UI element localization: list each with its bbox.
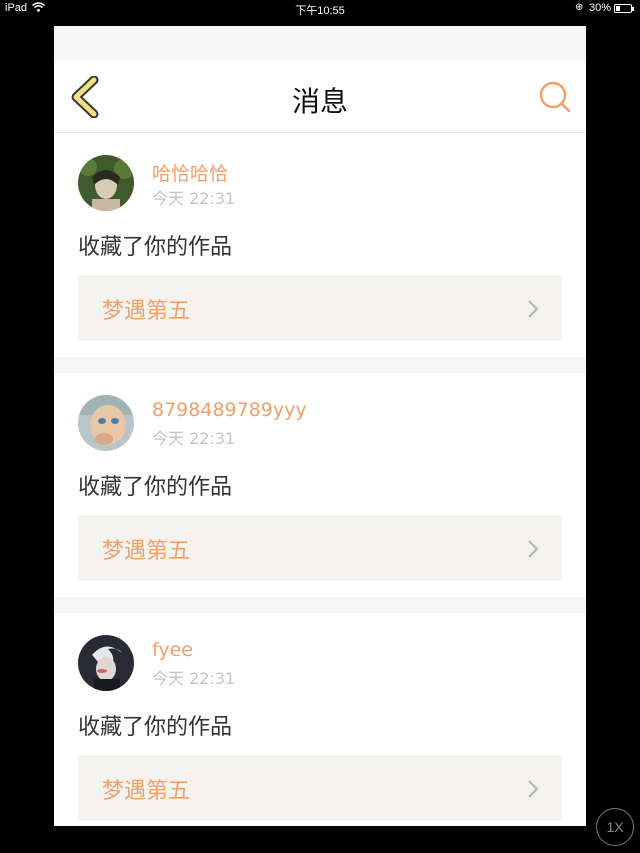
action-text: 收藏了你的作品 bbox=[78, 715, 233, 740]
app-window: 消息 哈恰哈恰 今天 22:31 收藏了你的作品 梦遇第五 8798489789… bbox=[54, 26, 586, 826]
status-time: 下午10:55 bbox=[295, 5, 345, 17]
work-link[interactable]: 梦遇第五 bbox=[78, 515, 562, 581]
username[interactable]: fyee bbox=[152, 639, 193, 661]
message-list: 哈恰哈恰 今天 22:31 收藏了你的作品 梦遇第五 8798489789yyy… bbox=[54, 133, 586, 826]
list-item: fyee 今天 22:31 收藏了你的作品 梦遇第五 bbox=[54, 613, 586, 826]
chevron-right-icon bbox=[526, 299, 540, 319]
chevron-right-icon bbox=[526, 539, 540, 559]
zoom-button[interactable]: 1X bbox=[596, 808, 634, 846]
timestamp: 今天 22:31 bbox=[152, 189, 236, 208]
navigation-bar: 消息 bbox=[54, 60, 586, 133]
orientation-lock-icon: ⊕ bbox=[575, 2, 584, 13]
list-item: 8798489789yyy 今天 22:31 收藏了你的作品 梦遇第五 bbox=[54, 373, 586, 597]
battery-level bbox=[616, 6, 621, 11]
avatar[interactable] bbox=[78, 155, 134, 211]
list-item: 哈恰哈恰 今天 22:31 收藏了你的作品 梦遇第五 bbox=[54, 133, 586, 357]
work-link[interactable]: 梦遇第五 bbox=[78, 755, 562, 821]
username[interactable]: 8798489789yyy bbox=[152, 399, 307, 421]
battery-icon bbox=[614, 4, 634, 13]
page-title: 消息 bbox=[291, 85, 348, 118]
message-header: 8798489789yyy 今天 22:31 bbox=[78, 395, 562, 455]
avatar[interactable] bbox=[78, 395, 134, 451]
work-link[interactable]: 梦遇第五 bbox=[78, 275, 562, 341]
chevron-right-icon bbox=[526, 779, 540, 799]
work-title: 梦遇第五 bbox=[102, 539, 191, 564]
message-header: fyee 今天 22:31 bbox=[78, 635, 562, 695]
message-header: 哈恰哈恰 今天 22:31 bbox=[78, 155, 562, 215]
timestamp: 今天 22:31 bbox=[152, 429, 236, 448]
status-bar: iPad 下午10:55 ⊕ 30% bbox=[0, 0, 640, 18]
action-text: 收藏了你的作品 bbox=[78, 235, 233, 260]
avatar[interactable] bbox=[78, 635, 134, 691]
work-title: 梦遇第五 bbox=[102, 779, 191, 804]
work-title: 梦遇第五 bbox=[102, 299, 191, 324]
username[interactable]: 哈恰哈恰 bbox=[152, 159, 228, 186]
action-text: 收藏了你的作品 bbox=[78, 475, 233, 500]
timestamp: 今天 22:31 bbox=[152, 669, 236, 688]
search-icon[interactable] bbox=[538, 80, 572, 114]
battery-percent: 30% bbox=[589, 2, 612, 14]
